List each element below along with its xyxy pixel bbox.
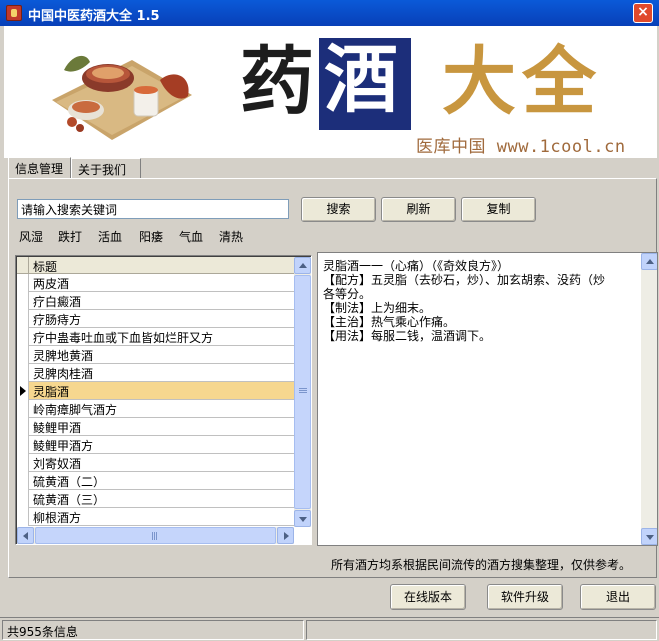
category-bruise[interactable]: 跌打 [58,228,82,245]
list-item[interactable]: 鲮鲤甲酒方 [17,436,294,454]
list-scroll-down-button[interactable] [294,510,311,527]
row-indicator [17,490,29,508]
list-column-title[interactable]: 标题 [33,258,57,275]
list-item[interactable]: 硫黄酒（三） [17,490,294,508]
row-indicator [17,418,29,436]
software-upgrade-button[interactable]: 软件升级 [487,584,563,610]
row-indicator [17,382,29,400]
search-input[interactable] [17,199,289,219]
list-item[interactable]: 灵脂酒 [17,382,294,400]
list-scroll-left-button[interactable] [17,527,34,544]
row-indicator [17,346,29,364]
list-item[interactable]: 疗中蛊毒吐血或下血皆如烂肝又方 [17,328,294,346]
list-item-title: 灵脾肉桂酒 [33,367,94,381]
list-item-title: 鲮鲤甲酒 [33,421,82,435]
list-item[interactable]: 柳根酒方 [17,508,294,526]
app-icon [6,5,22,21]
list-item-title: 硫黄酒（二） [33,475,106,489]
list-vertical-scrollbar[interactable] [294,257,311,527]
category-blood-circulation[interactable]: 活血 [98,228,122,245]
banner-char-big: 大 [442,39,516,125]
list-hscroll-thumb[interactable] [35,527,276,544]
refresh-button[interactable]: 刷新 [381,197,456,222]
row-indicator [17,364,29,382]
list-item[interactable]: 灵脾地黄酒 [17,346,294,364]
list-item[interactable]: 两皮酒 [17,274,294,292]
detail-vertical-scrollbar[interactable] [641,253,657,545]
list-scroll-thumb[interactable] [294,275,311,509]
list-header-corner [17,257,29,274]
list-item[interactable]: 疗肠痔方 [17,310,294,328]
banner: 药 酒 大 全 医库中国 www.1cool.cn [4,26,657,158]
row-indicator [17,292,29,310]
list-item-title: 灵脂酒 [33,385,70,399]
list-item-title: 疗肠痔方 [33,313,82,327]
list-item-title: 疗中蛊毒吐血或下血皆如烂肝又方 [33,331,214,345]
row-indicator [17,436,29,454]
status-empty-panel [306,620,657,640]
banner-char-all: 全 [522,39,596,125]
list-item[interactable]: 岭南瘴脚气酒方 [17,400,294,418]
category-qi-blood[interactable]: 气血 [179,228,203,245]
category-impotence[interactable]: 阳痿 [139,228,163,245]
main-panel: 搜索 刷新 复制 风湿 跌打 活血 阳痿 气血 清热 标题 两皮酒疗白癜酒疗肠痔… [8,178,658,578]
list-scroll-right-button[interactable] [277,527,294,544]
recipe-detail[interactable]: 灵脂酒一一（心痛）（《奇效良方》） 【配方】五灵脂（去砂石，炒）、加玄胡索、没药… [317,252,658,546]
banner-photo [52,55,192,140]
record-count: 共955条信息 [7,625,78,639]
detail-scroll-down-button[interactable] [641,528,657,545]
row-indicator [17,310,29,328]
list-item-title: 柳根酒方 [33,511,82,525]
list-item-title: 硫黄酒（三） [33,493,106,507]
window-title: 中国中医药酒大全 1.5 [28,9,160,24]
list-item-title: 两皮酒 [33,277,70,291]
detail-scroll-up-button[interactable] [641,253,657,270]
row-indicator [17,508,29,526]
list-item-title: 岭南瘴脚气酒方 [33,403,118,417]
list-item-title: 刘寄奴酒 [33,457,82,471]
list-item-title: 灵脾地黄酒 [33,349,94,363]
list-item[interactable]: 鲮鲤甲酒 [17,418,294,436]
copy-button[interactable]: 复制 [461,197,536,222]
online-version-button[interactable]: 在线版本 [390,584,466,610]
list-scroll-up-button[interactable] [294,257,311,274]
current-row-arrow-icon [20,386,26,396]
row-indicator [17,454,29,472]
banner-subtitle: 医库中国 www.1cool.cn [416,137,626,157]
status-bar: 共955条信息 [0,617,659,641]
row-indicator [17,400,29,418]
recipe-list[interactable]: 标题 两皮酒疗白癜酒疗肠痔方疗中蛊毒吐血或下血皆如烂肝又方 灵脾地黄酒灵脾肉桂酒灵… [15,255,312,545]
list-header: 标题 [17,257,294,274]
disclaimer-note: 所有酒方均系根据民间流传的酒方搜集整理，仅供参考。 [331,558,632,572]
list-item[interactable]: 刘寄奴酒 [17,454,294,472]
tab-about-us[interactable]: 关于我们 [71,158,141,178]
title-bar: 中国中医药酒大全 1.5 × [0,0,659,26]
exit-button[interactable]: 退出 [580,584,656,610]
detail-line: 【用法】每服二钱，温酒调下。 [323,329,492,343]
banner-char-wine: 酒 [324,37,398,123]
close-button[interactable]: × [633,3,653,23]
row-indicator [17,328,29,346]
row-indicator [17,274,29,292]
banner-char-medicine: 药 [240,39,314,125]
row-indicator [17,472,29,490]
list-item[interactable]: 硫黄酒（二） [17,472,294,490]
list-item-title: 疗白癜酒 [33,295,82,309]
status-count-panel: 共955条信息 [2,620,304,640]
list-horizontal-scrollbar[interactable] [17,527,294,544]
list-item-title: 鲮鲤甲酒方 [33,439,94,453]
category-heat-clearing[interactable]: 清热 [219,228,243,245]
search-button[interactable]: 搜索 [301,197,376,222]
list-item[interactable]: 灵脾肉桂酒 [17,364,294,382]
tab-info-management[interactable]: 信息管理 [8,157,71,179]
list-item[interactable]: 疗白癜酒 [17,292,294,310]
category-rheumatism[interactable]: 风湿 [19,228,43,245]
